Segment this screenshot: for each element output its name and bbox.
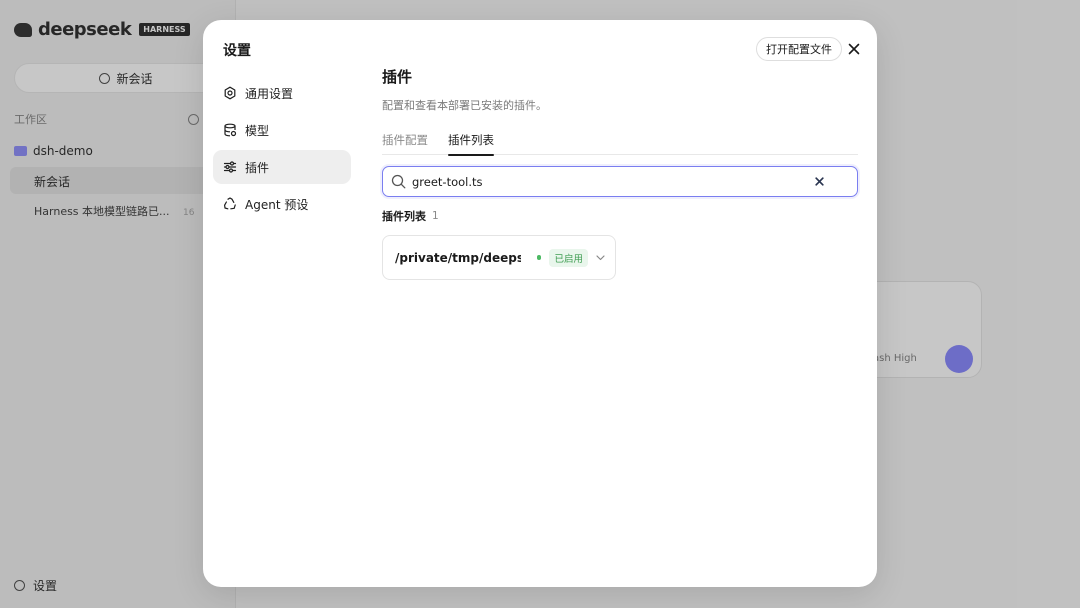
settings-modal: 设置 打开配置文件 通用设置 模型 插件 Agent 预设 插件 配置和查看本部… bbox=[203, 20, 877, 587]
search-icon bbox=[391, 174, 406, 189]
database-icon bbox=[224, 123, 237, 137]
recycle-icon bbox=[224, 197, 236, 210]
plugins-panel: 插件 配置和查看本部署已安装的插件。 插件配置 插件列表 插件列表 1 /pri… bbox=[382, 66, 858, 280]
nav-item-label: 模型 bbox=[245, 123, 270, 138]
close-icon bbox=[814, 177, 824, 186]
nav-item-model[interactable]: 模型 bbox=[213, 113, 351, 147]
nav-item-label: Agent 预设 bbox=[245, 197, 309, 212]
plugin-search-input[interactable] bbox=[412, 174, 811, 189]
plugin-search-box[interactable] bbox=[382, 166, 858, 197]
gear-icon bbox=[224, 86, 236, 100]
nav-item-label: 通用设置 bbox=[245, 86, 294, 101]
tab-plugin-list[interactable]: 插件列表 bbox=[448, 123, 494, 156]
sliders-icon bbox=[223, 161, 237, 173]
nav-item-plugins[interactable]: 插件 bbox=[213, 150, 351, 184]
close-button[interactable] bbox=[845, 40, 863, 58]
plugin-card[interactable]: /private/tmp/deepse... 已启用 bbox=[382, 235, 616, 280]
nav-item-agent-preset[interactable]: Agent 预设 bbox=[213, 187, 351, 221]
page-title: 插件 bbox=[382, 68, 413, 86]
settings-nav: 通用设置 模型 插件 Agent 预设 bbox=[213, 76, 351, 224]
nav-item-label: 插件 bbox=[245, 160, 270, 175]
page-description: 配置和查看本部署已安装的插件。 bbox=[382, 99, 547, 112]
nav-item-general[interactable]: 通用设置 bbox=[213, 76, 351, 110]
plugin-tabs: 插件配置 插件列表 bbox=[382, 123, 858, 156]
plugin-list-label: 插件列表 bbox=[382, 210, 426, 223]
expand-toggle[interactable] bbox=[596, 254, 605, 261]
chevron-down-icon bbox=[596, 254, 605, 260]
plugin-list-header: 插件列表 1 bbox=[382, 208, 858, 224]
clear-search-button[interactable] bbox=[811, 174, 827, 190]
open-config-file-button[interactable]: 打开配置文件 bbox=[756, 37, 842, 61]
plugin-path: /private/tmp/deepse... bbox=[395, 250, 521, 265]
close-icon bbox=[848, 43, 860, 55]
modal-title: 设置 bbox=[223, 43, 251, 59]
status-dot bbox=[536, 255, 542, 260]
plugin-list-count: 1 bbox=[432, 210, 439, 222]
tab-plugin-config[interactable]: 插件配置 bbox=[382, 123, 428, 155]
status-badge: 已启用 bbox=[549, 248, 588, 267]
